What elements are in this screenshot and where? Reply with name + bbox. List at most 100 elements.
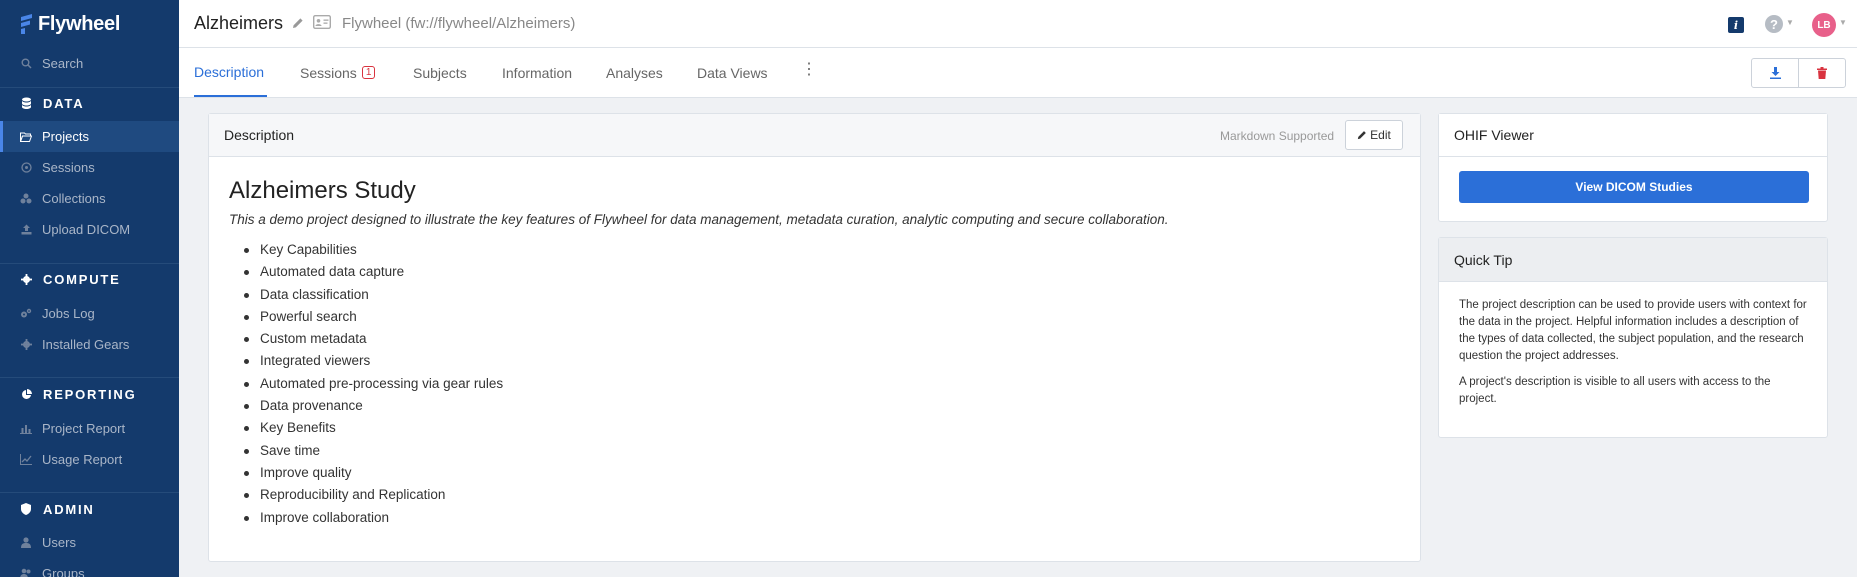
download-icon xyxy=(1769,67,1781,79)
flywheel-logo-icon xyxy=(21,14,32,34)
help-icon[interactable]: ? xyxy=(1765,15,1783,33)
user-icon xyxy=(20,537,32,549)
sidebar-item-label: Usage Report xyxy=(42,452,123,467)
description-panel: Description Markdown Supported Edit Alzh… xyxy=(208,113,1421,562)
list-item: Data classification xyxy=(243,287,503,310)
section-reporting: REPORTING xyxy=(0,378,179,410)
study-title: Alzheimers Study xyxy=(229,177,416,204)
sidebar-item-installed-gears[interactable]: Installed Gears xyxy=(0,329,179,360)
avatar[interactable]: LB xyxy=(1812,13,1836,37)
list-item: Automated data capture xyxy=(243,265,503,287)
chevron-down-icon[interactable]: ▼ xyxy=(1839,18,1847,27)
sidebar-item-label: Jobs Log xyxy=(42,306,95,321)
sidebar-item-jobs-log[interactable]: Jobs Log xyxy=(0,298,179,329)
sidebar-item-label: Upload DICOM xyxy=(42,222,131,237)
list-item: Data provenance xyxy=(243,398,503,421)
sidebar-item-projects[interactable]: Projects xyxy=(0,121,179,152)
feature-list: Key Capabilities Automated data capture … xyxy=(243,242,503,533)
tab-label: Analyses xyxy=(606,64,663,81)
list-item: Automated pre-processing via gear rules xyxy=(243,376,503,399)
list-item: Custom metadata xyxy=(243,332,503,354)
bar-chart-icon xyxy=(20,423,32,435)
database-icon xyxy=(20,97,32,109)
trash-icon xyxy=(1817,67,1827,79)
flywheel-logo[interactable]: Flywheel xyxy=(19,12,120,36)
markdown-note: Markdown Supported xyxy=(1220,129,1335,143)
search-icon xyxy=(20,58,32,70)
sessions-icon xyxy=(20,162,32,174)
edit-label: Edit xyxy=(1370,128,1391,142)
tab-label: Description xyxy=(194,63,265,80)
users-icon xyxy=(20,568,32,577)
tab-label: Data Views xyxy=(697,64,768,81)
edit-button[interactable]: Edit xyxy=(1345,120,1403,150)
sessions-count-badge: 1 xyxy=(361,66,376,79)
list-item: Save time xyxy=(243,443,503,466)
section-label: DATA xyxy=(43,95,85,111)
tab-description[interactable]: Description xyxy=(194,48,267,97)
sidebar-item-collections[interactable]: Collections xyxy=(0,183,179,214)
sidebar-item-label: Sessions xyxy=(42,160,95,175)
sidebar: Flywheel Search DATA Projects Sessions C… xyxy=(0,0,179,577)
list-item: Improve quality xyxy=(243,465,503,488)
tab-bar: Description Sessions 1 Subjects Informat… xyxy=(179,48,1857,98)
study-subtitle: This a demo project designed to illustra… xyxy=(229,212,1169,227)
list-item: Powerful search xyxy=(243,309,503,332)
section-compute: COMPUTE xyxy=(0,263,179,295)
project-actions xyxy=(1751,58,1846,88)
page-title: Alzheimers xyxy=(194,13,284,33)
section-label: REPORTING xyxy=(43,386,137,402)
sidebar-item-label: Project Report xyxy=(42,421,126,436)
shield-icon xyxy=(20,503,32,515)
panel-header: OHIF Viewer xyxy=(1439,114,1827,157)
tip-paragraph: A project's description is visible to al… xyxy=(1459,376,1771,405)
sidebar-item-label: Projects xyxy=(42,129,89,144)
list-item: Improve collaboration xyxy=(243,510,503,533)
tab-subjects[interactable]: Subjects xyxy=(413,48,467,97)
delete-button[interactable] xyxy=(1798,59,1845,87)
sidebar-item-sessions[interactable]: Sessions xyxy=(0,152,179,183)
quick-tip-panel: Quick Tip The project description can be… xyxy=(1438,237,1828,438)
brand-name: Flywheel xyxy=(38,12,121,35)
collections-icon xyxy=(20,193,32,205)
tab-sessions[interactable]: Sessions 1 xyxy=(300,48,376,97)
sidebar-item-label: Users xyxy=(42,535,76,550)
sidebar-item-usage-report[interactable]: Usage Report xyxy=(0,444,179,475)
sidebar-item-upload-dicom[interactable]: Upload DICOM xyxy=(0,214,179,245)
section-label: ADMIN xyxy=(43,501,95,517)
ohif-viewer-panel: OHIF Viewer View DICOM Studies xyxy=(1438,113,1828,222)
sidebar-item-label: Installed Gears xyxy=(42,337,130,352)
download-button[interactable] xyxy=(1752,59,1798,87)
tab-label: Sessions xyxy=(300,64,357,81)
top-bar: Alzheimers Flywheel (fw://flywheel/Alzhe… xyxy=(179,0,1857,48)
tab-analyses[interactable]: Analyses xyxy=(606,48,663,97)
section-label: COMPUTE xyxy=(43,271,121,287)
panel-title: Description xyxy=(224,127,295,143)
list-item: Key Benefits xyxy=(243,421,503,443)
panel-title: Quick Tip xyxy=(1454,252,1513,268)
view-dicom-studies-button[interactable]: View DICOM Studies xyxy=(1459,171,1809,203)
id-card-icon[interactable] xyxy=(313,15,331,29)
project-path: Flywheel (fw://flywheel/Alzheimers) xyxy=(342,15,576,32)
sidebar-item-groups[interactable]: Groups xyxy=(0,558,179,577)
upload-icon xyxy=(20,224,32,236)
list-item: Integrated viewers xyxy=(243,354,503,376)
sidebar-item-label: Groups xyxy=(42,566,85,577)
gear-icon xyxy=(20,273,32,285)
sidebar-item-project-report[interactable]: Project Report xyxy=(0,413,179,444)
sidebar-item-users[interactable]: Users xyxy=(0,527,179,558)
sidebar-item-label: Search xyxy=(42,56,84,71)
panel-header: Quick Tip xyxy=(1439,238,1827,282)
info-icon[interactable]: i xyxy=(1728,17,1744,33)
tab-data-views[interactable]: Data Views xyxy=(697,48,768,97)
tip-paragraph: The project description can be used to p… xyxy=(1459,299,1807,362)
sidebar-item-label: Collections xyxy=(42,191,106,206)
pencil-icon xyxy=(1357,131,1366,140)
more-options-icon[interactable]: ⋮ xyxy=(801,62,817,78)
sidebar-item-search[interactable]: Search xyxy=(0,48,179,79)
gear-icon xyxy=(20,339,32,351)
pencil-icon[interactable] xyxy=(292,17,304,29)
chevron-down-icon[interactable]: ▼ xyxy=(1786,18,1794,27)
tab-information[interactable]: Information xyxy=(502,48,572,97)
list-item: Reproducibility and Replication xyxy=(243,488,503,510)
